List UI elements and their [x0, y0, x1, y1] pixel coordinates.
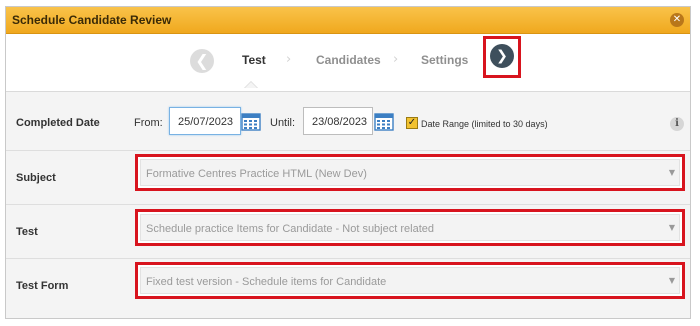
test-select[interactable]: Schedule practice Items for Candidate - …	[140, 214, 680, 241]
active-step-caret	[244, 81, 258, 88]
next-step-button[interactable]: ❯	[490, 44, 514, 68]
test-label: Test	[16, 226, 38, 238]
dialog-title: Schedule Candidate Review	[12, 13, 172, 27]
test-form-select-value: Fixed test version - Schedule items for …	[146, 276, 387, 288]
step-separator-icon: ›	[393, 52, 399, 67]
dialog-title-bar: Schedule Candidate Review ✕	[6, 7, 690, 34]
from-label: From:	[134, 117, 163, 129]
completed-date-label: Completed Date	[16, 117, 100, 129]
calendar-icon[interactable]	[374, 111, 394, 131]
wizard-step-test[interactable]: Test	[242, 53, 266, 67]
date-range-checkbox[interactable]: ✓	[406, 117, 418, 129]
test-select-value: Schedule practice Items for Candidate - …	[146, 223, 434, 235]
chevron-down-icon: ▼	[668, 168, 675, 177]
info-icon[interactable]: i	[670, 117, 684, 131]
test-form-select-highlight: Fixed test version - Schedule items for …	[135, 262, 685, 299]
test-select-highlight: Schedule practice Items for Candidate - …	[135, 209, 685, 246]
completed-date-row: Completed Date From: 25/07/2023 Until: 2…	[6, 93, 690, 151]
test-row: Test Schedule practice Items for Candida…	[6, 205, 690, 259]
subject-select[interactable]: Formative Centres Practice HTML (New Dev…	[140, 159, 680, 186]
wizard-step-settings[interactable]: Settings	[421, 53, 468, 67]
until-date-input[interactable]: 23/08/2023	[303, 107, 373, 135]
wizard-nav: ❮ Test › Candidates › Settings ❯	[6, 34, 690, 92]
test-form-row: Test Form Fixed test version - Schedule …	[6, 259, 690, 318]
close-icon[interactable]: ✕	[670, 13, 684, 27]
subject-select-value: Formative Centres Practice HTML (New Dev…	[146, 168, 367, 180]
step-separator-icon: ›	[286, 52, 292, 67]
calendar-icon[interactable]	[241, 111, 261, 131]
subject-select-highlight: Formative Centres Practice HTML (New Dev…	[135, 154, 685, 191]
date-range-label: Date Range (limited to 30 days)	[421, 119, 548, 129]
chevron-down-icon: ▼	[668, 223, 675, 232]
test-form-select[interactable]: Fixed test version - Schedule items for …	[140, 267, 680, 294]
until-label: Until:	[270, 117, 296, 129]
next-step-highlight: ❯	[483, 36, 521, 78]
subject-row: Subject Formative Centres Practice HTML …	[6, 151, 690, 205]
test-form-label: Test Form	[16, 280, 69, 292]
wizard-step-candidates[interactable]: Candidates	[316, 53, 381, 67]
chevron-down-icon: ▼	[668, 276, 675, 285]
from-date-input[interactable]: 25/07/2023	[169, 107, 241, 135]
subject-label: Subject	[16, 172, 56, 184]
previous-step-button[interactable]: ❮	[190, 49, 214, 73]
schedule-candidate-review-dialog: Schedule Candidate Review ✕ ❮ Test › Can…	[5, 6, 691, 319]
